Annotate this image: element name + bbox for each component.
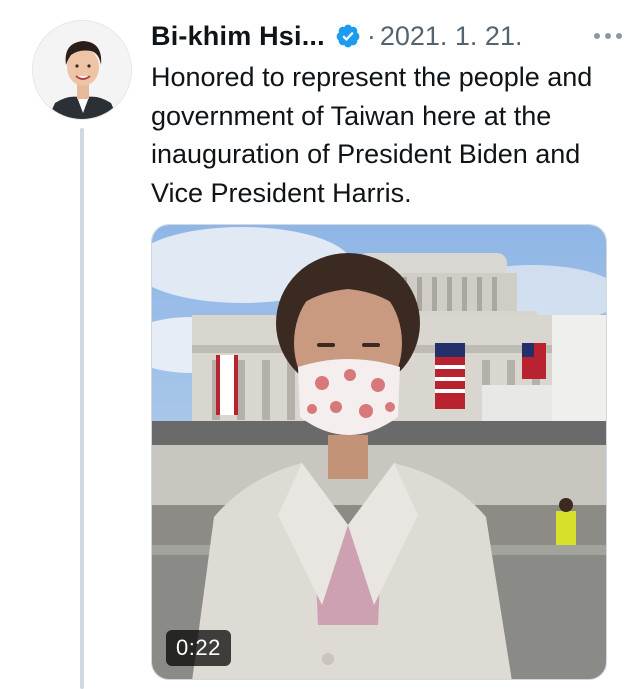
verified-badge-icon bbox=[335, 23, 361, 49]
more-horizontal-icon[interactable] bbox=[590, 27, 626, 45]
tweet-header: Bi-khim Hsi... · 2021. 1. 21. bbox=[151, 14, 626, 58]
profile-photo bbox=[33, 21, 131, 119]
thread-line bbox=[80, 128, 84, 689]
video-duration-badge: 0:22 bbox=[166, 630, 231, 666]
video-thumbnail[interactable] bbox=[151, 224, 607, 680]
author-name[interactable]: Bi-khim Hsi... bbox=[151, 21, 325, 52]
tweet-text: Honored to represent the people and gove… bbox=[151, 62, 593, 208]
avatar[interactable] bbox=[32, 20, 132, 120]
separator-dot: · bbox=[366, 20, 376, 51]
tweet-date[interactable]: 2021. 1. 21. bbox=[380, 21, 523, 52]
video-frame bbox=[152, 225, 606, 679]
